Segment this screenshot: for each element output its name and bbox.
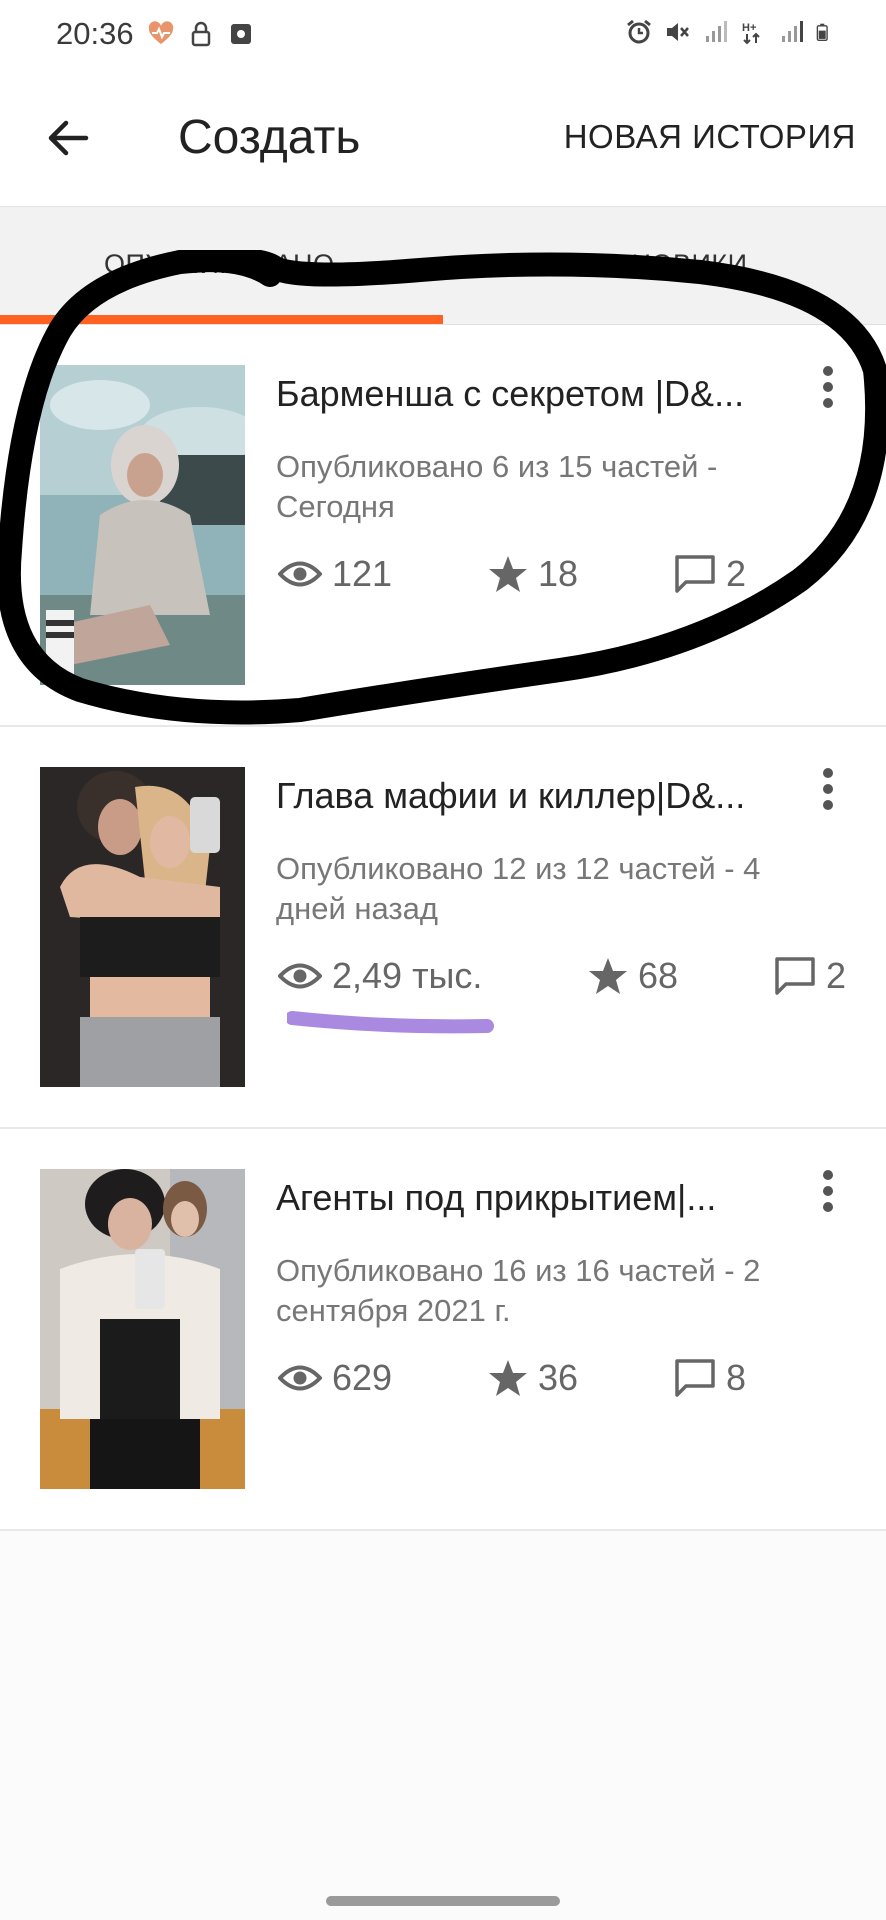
star-icon (489, 1360, 527, 1396)
story-item[interactable]: Барменша с секретом |D&... Опубликовано … (0, 325, 886, 727)
comments-count: 8 (726, 1357, 747, 1398)
more-vertical-icon (823, 1170, 833, 1212)
app-bar: Создать НОВАЯ ИСТОРИЯ (0, 70, 886, 207)
lock-icon (191, 21, 211, 47)
star-icon (589, 958, 627, 994)
more-vertical-icon (823, 768, 833, 810)
home-indicator[interactable] (326, 1896, 560, 1906)
eye-icon (278, 561, 322, 587)
tab-bar: ОПУБЛИКОВАНО ЧЕРНОВИКИ (0, 207, 886, 325)
votes-count: 68 (638, 955, 679, 996)
story-menu-button[interactable] (812, 363, 844, 415)
active-tab-indicator (0, 315, 443, 324)
page-title: Создать (178, 111, 361, 164)
eye-icon (278, 1365, 322, 1391)
heart-pulse-icon (148, 21, 174, 44)
battery-icon (816, 23, 828, 41)
story-publish-info: Опубликовано 6 из 15 частей - Сегодня (276, 449, 718, 524)
purple-underline-annotation (287, 1011, 494, 1034)
story-title: Барменша с секретом |D&... (276, 373, 745, 414)
story-cover-image (40, 365, 245, 685)
status-time: 20:36 (56, 16, 134, 51)
views-stat: 629 (278, 1357, 392, 1399)
story-item[interactable]: Глава мафии и киллер|D&... Опубликовано … (0, 727, 886, 1129)
comment-icon (775, 957, 815, 995)
views-count: 629 (332, 1357, 393, 1398)
comments-count: 2 (726, 553, 747, 594)
comments-stat: 8 (674, 1357, 746, 1399)
mute-icon (667, 23, 689, 41)
votes-count: 36 (538, 1357, 579, 1398)
star-icon (489, 556, 527, 592)
views-stat: 121 (278, 553, 392, 595)
screenshot-icon (231, 24, 251, 44)
story-publish-info: Опубликовано 12 из 12 частей - 4 дней на… (276, 851, 761, 926)
comments-count: 2 (826, 955, 847, 996)
votes-count: 18 (538, 553, 579, 594)
story-cover-image (40, 767, 245, 1087)
new-story-button[interactable]: НОВАЯ ИСТОРИЯ (564, 118, 856, 156)
story-cover-image (40, 1169, 245, 1489)
votes-stat: 68 (588, 955, 678, 997)
story-item[interactable]: Агенты под прикрытием|... Опубликовано 1… (0, 1129, 886, 1531)
comment-icon (675, 1359, 715, 1397)
eye-icon (278, 963, 322, 989)
svg-text:H+: H+ (742, 22, 756, 34)
back-arrow-icon[interactable] (44, 114, 92, 162)
comment-icon (675, 555, 715, 593)
signal-icon (706, 21, 727, 42)
alarm-icon (627, 19, 651, 44)
votes-stat: 18 (488, 553, 578, 595)
tab-published[interactable]: ОПУБЛИКОВАНО (104, 249, 334, 280)
story-publish-info: Опубликовано 16 из 16 частей - 2 сентябр… (276, 1253, 761, 1328)
status-bar: 20:36 H+ (0, 0, 886, 70)
views-stat: 2,49 тыс. (278, 955, 482, 997)
views-count: 2,49 тыс. (332, 955, 483, 996)
story-menu-button[interactable] (812, 1167, 844, 1219)
votes-stat: 36 (488, 1357, 578, 1399)
more-vertical-icon (823, 366, 833, 408)
comments-stat: 2 (674, 553, 746, 595)
story-title: Глава мафии и киллер|D&... (276, 775, 746, 816)
signal-icon-2 (782, 21, 803, 42)
tab-drafts[interactable]: ЧЕРНОВИКИ (576, 249, 748, 280)
story-menu-button[interactable] (812, 765, 844, 817)
views-count: 121 (332, 553, 393, 594)
network-type-icon: H+ (742, 22, 760, 45)
story-title: Агенты под прикрытием|... (276, 1177, 717, 1218)
comments-stat: 2 (774, 955, 846, 997)
